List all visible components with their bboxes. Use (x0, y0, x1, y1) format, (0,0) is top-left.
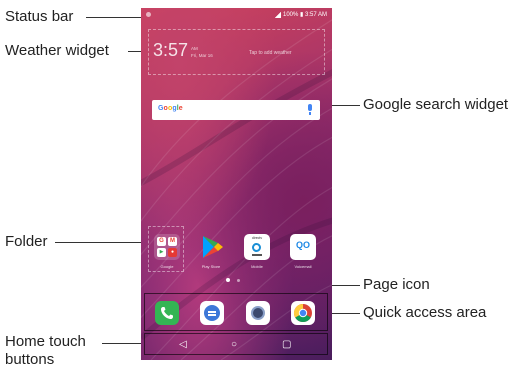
folder-leader (55, 242, 148, 243)
voicemail-icon: QO (295, 240, 310, 250)
app-label-voicemail: Voicemail (294, 264, 312, 269)
voicemail-app[interactable]: QO (290, 234, 316, 260)
play-store-app[interactable] (198, 234, 224, 260)
folder-highlight (148, 226, 184, 272)
directv-badge: directv (251, 236, 263, 240)
page-dot-active[interactable] (226, 278, 230, 282)
status-bar: 100% ▮ 3:57 AM (141, 8, 332, 22)
mic-icon[interactable] (308, 104, 312, 115)
status-bar-leader (86, 17, 141, 18)
app-label-play-store: Play Store (201, 264, 221, 269)
weather-widget-leader (128, 51, 141, 52)
quick-access-area-callout: Quick access area (363, 304, 487, 321)
app-label-mobile: Mobile (251, 264, 263, 269)
quick-access-area-leader (330, 313, 360, 314)
google-search-widget[interactable]: Google (152, 100, 320, 120)
status-indicators: 100% ▮ 3:57 AM (275, 11, 327, 18)
weather-widget-callout: Weather widget (5, 42, 109, 59)
home-touch-buttons-callout-line2: buttons (5, 351, 55, 368)
status-bar-callout: Status bar (5, 8, 74, 25)
page-indicator[interactable] (226, 278, 240, 282)
quick-access-highlight (144, 293, 328, 331)
mobile-app[interactable]: directv (244, 234, 270, 260)
notification-icon (146, 12, 151, 17)
google-search-widget-callout: Google search widget (363, 96, 509, 113)
status-text: 100% ▮ 3:57 AM (283, 12, 327, 18)
directv-base (252, 254, 262, 256)
play-store-icon (203, 236, 223, 258)
signal-icon (275, 11, 281, 18)
folder-callout: Folder (5, 233, 48, 250)
directv-logo-icon (252, 243, 261, 252)
google-logo: Google (158, 105, 183, 112)
nav-highlight (144, 333, 328, 355)
home-touch-buttons-callout-line1: Home touch (5, 333, 86, 350)
weather-highlight (148, 29, 325, 75)
page-dot[interactable] (237, 278, 240, 282)
page-icon-callout: Page icon (363, 276, 430, 293)
